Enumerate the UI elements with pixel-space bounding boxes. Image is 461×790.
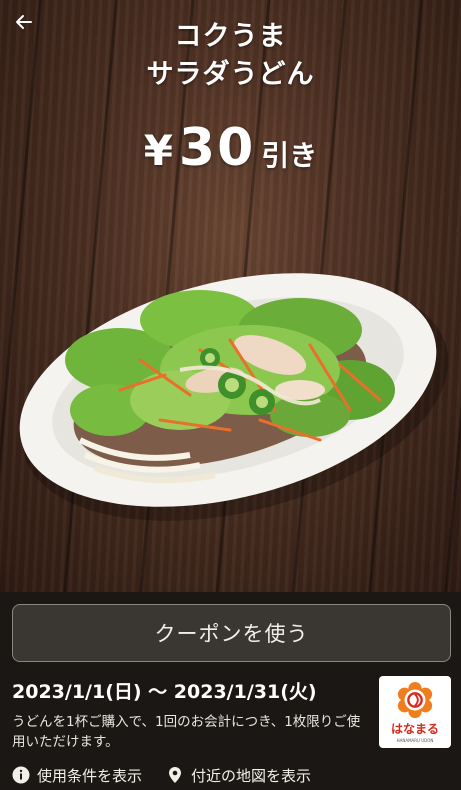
terms-link[interactable]: 使用条件を表示 — [12, 765, 142, 786]
location-pin-icon — [166, 766, 184, 784]
coupon-panel: クーポンを使う 2023/1/1(日) 〜 2023/1/31(火) うどんを1… — [0, 592, 461, 790]
footer-links: 使用条件を表示 付近の地図を表示 — [12, 764, 452, 786]
price-amount: 30 — [178, 118, 256, 178]
brand-logo: はなまる HANAMARU UDON — [379, 676, 451, 748]
brand-logo-subtext: HANAMARU UDON — [396, 738, 434, 743]
hero-image-area: コクうま サラダうどん ¥30 引き — [0, 0, 461, 592]
flower-logo-icon — [397, 681, 433, 719]
product-title: コクうま サラダうどん — [0, 18, 461, 94]
brand-logo-text: はなまる — [390, 722, 439, 736]
salad-udon-image — [19, 273, 449, 521]
price-currency: ¥ — [143, 126, 173, 175]
use-coupon-button[interactable]: クーポンを使う — [12, 604, 451, 662]
product-title-line2: サラダうどん — [146, 59, 315, 90]
map-link[interactable]: 付近の地図を表示 — [166, 765, 311, 786]
map-link-label: 付近の地図を表示 — [191, 766, 312, 785]
product-title-line1: コクうま — [174, 21, 287, 52]
discount-price: ¥30 引き — [0, 118, 461, 178]
price-suffix: 引き — [261, 139, 318, 172]
validity-period: 2023/1/1(日) 〜 2023/1/31(火) — [12, 681, 317, 703]
terms-link-label: 使用条件を表示 — [37, 766, 143, 785]
coupon-description: うどんを1杯ご購入で、1回のお会計につき、1枚限りご使用いただけます。 — [12, 714, 361, 750]
coupon-screen: コクうま サラダうどん ¥30 引き クーポンを使う 2023/1/1(日) 〜… — [0, 0, 461, 790]
info-icon — [12, 766, 30, 784]
